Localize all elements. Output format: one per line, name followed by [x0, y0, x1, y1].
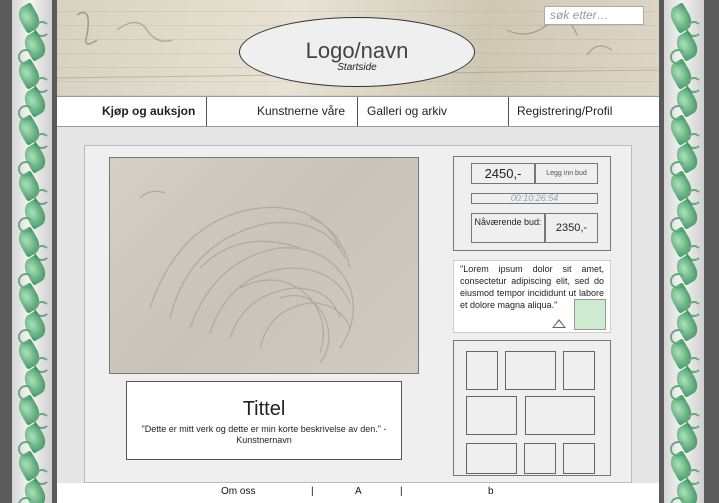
footer-separator: | — [400, 486, 403, 497]
footer: Om oss | A | b — [57, 483, 659, 503]
nav-divider — [357, 97, 358, 126]
thumbnail[interactable] — [505, 351, 556, 390]
reviewer-avatar — [574, 299, 606, 330]
countdown-timer: 00:10:26:54 — [471, 193, 598, 204]
thumbnail[interactable] — [466, 396, 517, 435]
header-banner: søk etter… Logo/navn Startside — [57, 0, 659, 96]
logo-title: Logo/navn — [305, 38, 409, 63]
thumbnail[interactable] — [466, 443, 517, 474]
footer-link-about[interactable]: Om oss — [221, 486, 255, 497]
triangle-up-icon-inner — [554, 321, 564, 327]
thumbnail[interactable] — [563, 443, 595, 474]
artwork-title: Tittel — [242, 398, 286, 420]
current-bid-label: Nåværende bud: — [471, 213, 545, 243]
current-bid-value: 2350,- — [545, 213, 598, 243]
nav-item-gallery-archive[interactable]: Galleri og arkiv — [367, 97, 447, 126]
place-bid-button[interactable]: Legg inn bud — [535, 163, 598, 184]
nav-divider — [206, 97, 207, 126]
thumbnail[interactable] — [525, 396, 595, 435]
artwork-quote: "Dette er mitt verk og dette er min kort… — [141, 424, 387, 445]
logo[interactable]: Logo/navn Startside — [239, 17, 475, 87]
footer-separator: | — [311, 486, 314, 497]
logo-subtitle: Startside — [337, 62, 377, 73]
price-display: 2450,- — [471, 163, 535, 184]
nav-item-buy-auction[interactable]: Kjøp og auksjon — [102, 97, 195, 126]
main-nav: Kjøp og auksjon Kunstnerne våre Galleri … — [57, 96, 659, 127]
thumbnail[interactable] — [563, 351, 595, 390]
decorative-right-border — [664, 0, 704, 503]
nav-item-artists[interactable]: Kunstnerne våre — [257, 97, 345, 126]
artwork-description: Tittel "Dette er mitt verk og dette er m… — [126, 381, 402, 460]
thumbnail[interactable] — [524, 443, 556, 474]
decorative-left-border — [12, 0, 52, 503]
search-input[interactable]: søk etter… — [544, 6, 644, 25]
thumbnail[interactable] — [466, 351, 498, 390]
artwork-sketch — [139, 190, 354, 364]
artwork-image[interactable] — [109, 157, 419, 374]
footer-link-a[interactable]: A — [355, 486, 362, 497]
nav-item-registration-profile[interactable]: Registrering/Profil — [517, 97, 612, 126]
footer-link-b[interactable]: b — [488, 486, 494, 497]
review-box: "Lorem ipsum dolor sit amet, consectetur… — [453, 260, 611, 333]
page: søk etter… Logo/navn Startside Kjøp og a… — [57, 0, 659, 503]
nav-divider — [508, 97, 509, 126]
